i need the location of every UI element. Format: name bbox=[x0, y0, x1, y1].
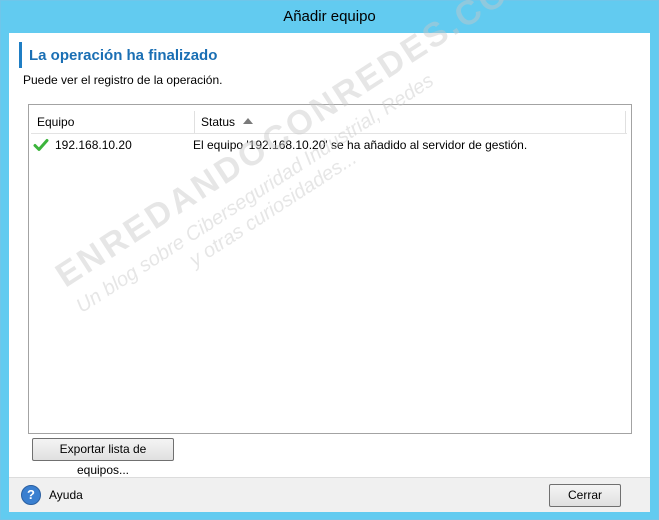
success-check-icon bbox=[33, 139, 49, 151]
export-list-button[interactable]: Exportar lista de equipos... bbox=[32, 438, 174, 477]
status-value: El equipo '192.168.10.20' se ha añadido … bbox=[193, 138, 528, 152]
close-button[interactable]: Cerrar bbox=[549, 484, 621, 507]
table-row[interactable]: 192.168.10.20 El equipo '192.168.10.20' … bbox=[31, 135, 627, 155]
column-divider[interactable] bbox=[625, 111, 626, 133]
column-header-label: Status bbox=[201, 115, 236, 129]
cell-equipo: 192.168.10.20 bbox=[31, 135, 194, 155]
operation-log-list[interactable]: Equipo Status 192.168.10.20 El equipo '1… bbox=[28, 104, 632, 434]
cell-status: El equipo '192.168.10.20' se ha añadido … bbox=[193, 135, 623, 155]
list-header: Equipo Status bbox=[31, 111, 627, 134]
dialog-footer: ? Ayuda Cerrar bbox=[9, 477, 650, 512]
column-header-status[interactable]: Status bbox=[195, 111, 625, 133]
dialog-window: Añadir equipo La operación ha finalizado… bbox=[0, 0, 659, 520]
column-header-label: Equipo bbox=[37, 115, 75, 129]
sort-ascending-icon bbox=[243, 118, 254, 124]
dialog-content: La operación ha finalizado Puede ver el … bbox=[9, 0, 650, 512]
help-link[interactable]: Ayuda bbox=[49, 488, 83, 502]
help-icon[interactable]: ? bbox=[21, 485, 41, 505]
header-accent-bar bbox=[19, 42, 22, 68]
window-title: Añadir equipo bbox=[1, 1, 658, 33]
page-title: La operación ha finalizado bbox=[29, 47, 218, 64]
page-subtitle: Puede ver el registro de la operación. bbox=[23, 73, 223, 87]
equipo-value: 192.168.10.20 bbox=[55, 138, 132, 152]
column-header-equipo[interactable]: Equipo bbox=[31, 111, 194, 133]
